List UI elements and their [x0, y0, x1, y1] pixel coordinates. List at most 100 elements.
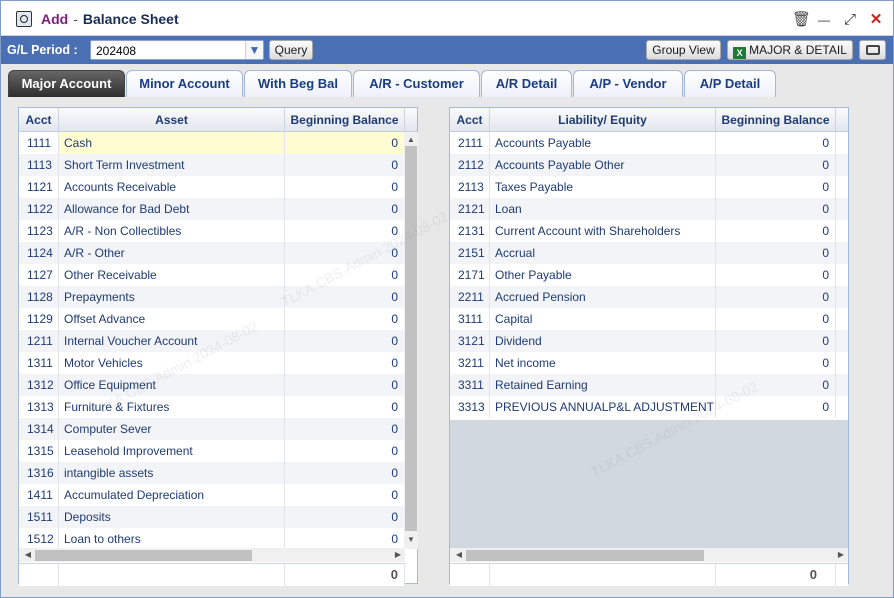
- horizontal-scrollbar[interactable]: ◀ ▶: [450, 548, 848, 562]
- balance-cell[interactable]: 0: [285, 242, 405, 264]
- close-icon[interactable]: ✕: [868, 12, 884, 28]
- balance-cell[interactable]: 0: [285, 396, 405, 418]
- column-header-acct[interactable]: Acct: [19, 108, 59, 132]
- balance-cell[interactable]: 0: [285, 198, 405, 220]
- tab-ap-detail[interactable]: A/P Detail: [684, 70, 776, 97]
- balance-cell[interactable]: 0: [716, 242, 836, 264]
- scroll-thumb[interactable]: [405, 146, 417, 531]
- table-row[interactable]: 1313 Furniture & Fixtures 0: [19, 396, 405, 418]
- query-button[interactable]: Query: [269, 40, 313, 60]
- table-row[interactable]: 2111 Accounts Payable 0: [450, 132, 848, 154]
- scroll-left-icon[interactable]: ◀: [21, 549, 35, 561]
- table-row[interactable]: 2151 Accrual 0: [450, 242, 848, 264]
- table-row[interactable]: 1124 A/R - Other 0: [19, 242, 405, 264]
- balance-cell[interactable]: 0: [285, 352, 405, 374]
- balance-cell[interactable]: 0: [285, 220, 405, 242]
- tab-major-account[interactable]: Major Account: [8, 70, 125, 97]
- balance-cell[interactable]: 0: [716, 396, 836, 418]
- column-header-asset[interactable]: Asset: [59, 108, 285, 132]
- table-row[interactable]: 1111 Cash 0: [19, 132, 405, 154]
- balance-cell[interactable]: 0: [716, 154, 836, 176]
- table-row[interactable]: 1122 Allowance for Bad Debt 0: [19, 198, 405, 220]
- balance-cell[interactable]: 0: [285, 484, 405, 506]
- balance-cell[interactable]: 0: [285, 506, 405, 528]
- table-row[interactable]: 1316 intangible assets 0: [19, 462, 405, 484]
- balance-cell[interactable]: 0: [285, 440, 405, 462]
- scroll-up-icon[interactable]: ▲: [404, 134, 418, 146]
- balance-cell[interactable]: 0: [716, 132, 836, 154]
- column-header-acct[interactable]: Acct: [450, 108, 490, 132]
- table-row[interactable]: 3121 Dividend 0: [450, 330, 848, 352]
- table-row[interactable]: 2171 Other Payable 0: [450, 264, 848, 286]
- group-view-button[interactable]: Group View: [646, 40, 721, 60]
- tab-with-beg-bal[interactable]: With Beg Bal: [244, 70, 352, 97]
- table-row[interactable]: 2113 Taxes Payable 0: [450, 176, 848, 198]
- table-row[interactable]: 3111 Capital 0: [450, 308, 848, 330]
- print-button[interactable]: [859, 40, 886, 60]
- table-row[interactable]: 1129 Offset Advance 0: [19, 308, 405, 330]
- balance-cell[interactable]: 0: [285, 286, 405, 308]
- balance-cell[interactable]: 0: [716, 220, 836, 242]
- table-row[interactable]: 1113 Short Term Investment 0: [19, 154, 405, 176]
- scroll-thumb[interactable]: [466, 550, 704, 561]
- balance-cell[interactable]: 0: [285, 264, 405, 286]
- period-select[interactable]: 202408 ▼: [90, 40, 264, 60]
- balance-cell[interactable]: 0: [285, 132, 405, 154]
- scroll-right-icon[interactable]: ▶: [834, 549, 848, 561]
- major-detail-button[interactable]: X MAJOR & DETAIL: [727, 40, 853, 60]
- balance-cell[interactable]: 0: [285, 462, 405, 484]
- balance-cell[interactable]: 0: [285, 308, 405, 330]
- vertical-scrollbar[interactable]: ▲ ▼: [404, 132, 418, 549]
- table-row[interactable]: 2112 Accounts Payable Other 0: [450, 154, 848, 176]
- balance-cell[interactable]: 0: [716, 286, 836, 308]
- table-row[interactable]: 2121 Loan 0: [450, 198, 848, 220]
- table-row[interactable]: 1127 Other Receivable 0: [19, 264, 405, 286]
- table-row[interactable]: 3313 PREVIOUS ANNUALP&L ADJUSTMENT 0: [450, 396, 848, 418]
- table-row[interactable]: 1312 Office Equipment 0: [19, 374, 405, 396]
- balance-cell[interactable]: 0: [285, 330, 405, 352]
- table-row[interactable]: 1311 Motor Vehicles 0: [19, 352, 405, 374]
- minimize-icon[interactable]: —: [816, 12, 832, 28]
- table-row[interactable]: 1314 Computer Sever 0: [19, 418, 405, 440]
- horizontal-scrollbar[interactable]: ◀ ▶: [19, 548, 405, 562]
- trash-icon[interactable]: 🗑: [792, 12, 811, 28]
- table-row[interactable]: 1411 Accumulated Depreciation 0: [19, 484, 405, 506]
- balance-cell[interactable]: 0: [285, 374, 405, 396]
- table-row[interactable]: 1315 Leasehold Improvement 0: [19, 440, 405, 462]
- table-row[interactable]: 3311 Retained Earning 0: [450, 374, 848, 396]
- table-row[interactable]: 1128 Prepayments 0: [19, 286, 405, 308]
- magnifier-icon: [16, 11, 32, 27]
- balance-cell[interactable]: 0: [285, 176, 405, 198]
- table-row[interactable]: 1121 Accounts Receivable 0: [19, 176, 405, 198]
- tab-ap-vendor[interactable]: A/P - Vendor: [573, 70, 683, 97]
- table-row[interactable]: 1512 Loan to others 0: [19, 528, 405, 547]
- maximize-icon[interactable]: ⤢: [842, 12, 858, 28]
- scroll-left-icon[interactable]: ◀: [452, 549, 466, 561]
- tab-minor-account[interactable]: Minor Account: [126, 70, 243, 97]
- balance-cell[interactable]: 0: [716, 264, 836, 286]
- balance-cell[interactable]: 0: [716, 374, 836, 396]
- scroll-thumb[interactable]: [35, 550, 252, 561]
- balance-cell[interactable]: 0: [716, 176, 836, 198]
- table-row[interactable]: 3211 Net income 0: [450, 352, 848, 374]
- column-header-beginning-balance[interactable]: Beginning Balance: [285, 108, 405, 132]
- balance-cell[interactable]: 0: [716, 308, 836, 330]
- table-row[interactable]: 2131 Current Account with Shareholders 0: [450, 220, 848, 242]
- balance-cell[interactable]: 0: [285, 528, 405, 547]
- balance-cell[interactable]: 0: [285, 154, 405, 176]
- balance-cell[interactable]: 0: [716, 352, 836, 374]
- tab-ar-detail[interactable]: A/R Detail: [481, 70, 572, 97]
- scroll-right-icon[interactable]: ▶: [391, 549, 405, 561]
- balance-cell[interactable]: 0: [285, 418, 405, 440]
- scroll-down-icon[interactable]: ▼: [404, 534, 418, 546]
- tab-ar-customer[interactable]: A/R - Customer: [353, 70, 480, 97]
- table-row[interactable]: 1511 Deposits 0: [19, 506, 405, 528]
- table-row[interactable]: 2211 Accrued Pension 0: [450, 286, 848, 308]
- column-header-beginning-balance[interactable]: Beginning Balance: [716, 108, 836, 132]
- balance-cell[interactable]: 0: [716, 198, 836, 220]
- balance-cell[interactable]: 0: [716, 330, 836, 352]
- table-row[interactable]: 1123 A/R - Non Collectibles 0: [19, 220, 405, 242]
- column-header-liability-equity[interactable]: Liability/ Equity: [490, 108, 716, 132]
- chevron-down-icon[interactable]: ▼: [245, 41, 263, 59]
- table-row[interactable]: 1211 Internal Voucher Account 0: [19, 330, 405, 352]
